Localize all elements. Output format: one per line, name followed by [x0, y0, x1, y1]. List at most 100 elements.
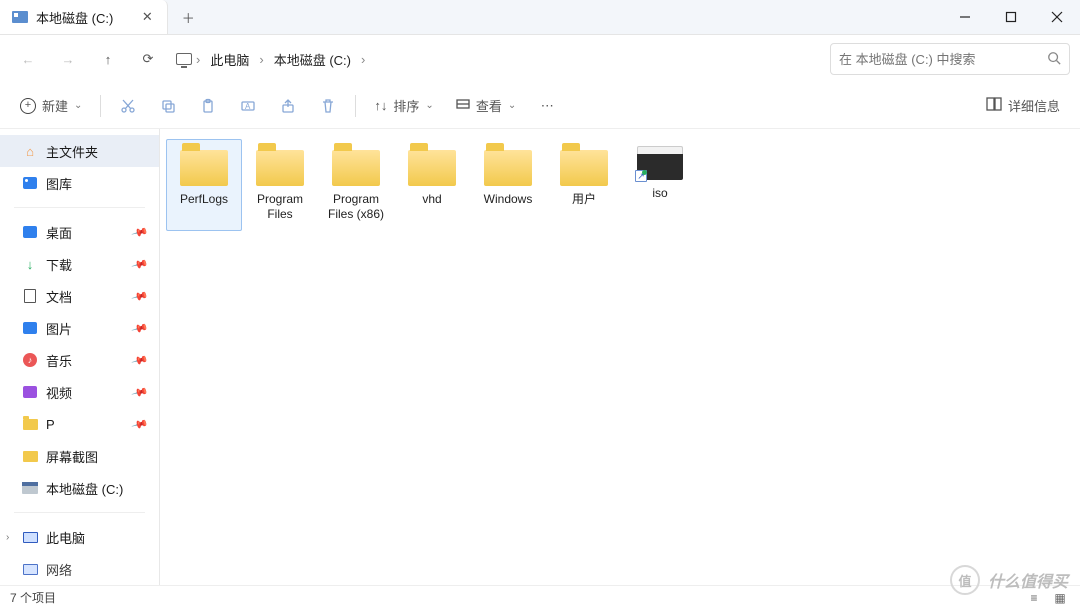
file-label: vhd — [422, 192, 441, 207]
file-label: PerfLogs — [180, 192, 228, 207]
sidebar-item-label: P — [46, 417, 55, 432]
pc-icon — [23, 532, 38, 543]
pin-icon: 📌 — [131, 319, 149, 337]
rename-button[interactable]: A — [231, 89, 265, 123]
crumb-this-pc[interactable]: 此电脑 — [204, 46, 255, 73]
back-button[interactable]: ← — [10, 41, 46, 77]
pin-icon: 📌 — [131, 383, 149, 401]
chevron-right-icon: › — [359, 52, 367, 67]
drive-shortcut-icon: ↗ — [637, 152, 683, 180]
sidebar-item-label: 桌面 — [46, 223, 72, 242]
sidebar-item-music[interactable]: ♪ 音乐 📌 — [0, 344, 159, 376]
sidebar-item-label: 视频 — [46, 383, 72, 402]
sidebar-item-home[interactable]: ⌂ 主文件夹 — [0, 135, 159, 167]
file-grid[interactable]: PerfLogs Program FilesProgram Files (x86)… — [160, 129, 1080, 585]
sidebar-item-label: 主文件夹 — [46, 142, 98, 161]
status-count: 7 个项目 — [10, 589, 56, 606]
gallery-icon — [23, 177, 37, 189]
crumb-drive[interactable]: 本地磁盘 (C:) — [268, 46, 357, 73]
home-icon: ⌂ — [22, 143, 38, 159]
svg-text:A: A — [245, 102, 251, 111]
up-button[interactable]: ↑ — [90, 41, 126, 77]
sidebar-item-p[interactable]: P 📌 — [0, 408, 159, 440]
close-window-button[interactable] — [1034, 0, 1080, 34]
folder-icon — [256, 150, 304, 186]
chevron-down-icon: ⌄ — [508, 100, 516, 111]
folder-icon — [23, 419, 38, 430]
file-item[interactable]: vhd — [394, 139, 470, 231]
sidebar-item-label: 下载 — [46, 255, 72, 274]
separator — [355, 95, 356, 117]
sidebar-item-label: 图库 — [46, 174, 72, 193]
sidebar-item-label: 音乐 — [46, 351, 72, 370]
sidebar-item-desktop[interactable]: 桌面 📌 — [0, 216, 159, 248]
window-tab[interactable]: 本地磁盘 (C:) ✕ — [0, 0, 168, 34]
minimize-button[interactable] — [942, 0, 988, 34]
search-box[interactable] — [830, 43, 1070, 75]
close-tab-icon[interactable]: ✕ — [139, 9, 155, 25]
new-tab-button[interactable]: ＋ — [168, 0, 208, 34]
videos-icon — [23, 386, 37, 398]
copy-button[interactable] — [151, 89, 185, 123]
sidebar-item-videos[interactable]: 视频 📌 — [0, 376, 159, 408]
delete-button[interactable] — [311, 89, 345, 123]
sidebar-item-label: 屏幕截图 — [46, 447, 98, 466]
sidebar-item-c-drive[interactable]: 本地磁盘 (C:) — [0, 472, 159, 504]
sidebar-item-pictures[interactable]: 图片 📌 — [0, 312, 159, 344]
details-icon — [986, 97, 1002, 114]
pictures-icon — [23, 322, 37, 334]
file-item[interactable]: Windows — [470, 139, 546, 231]
file-item[interactable]: Program Files (x86) — [318, 139, 394, 231]
share-button[interactable] — [271, 89, 305, 123]
sidebar-item-documents[interactable]: 文档 📌 — [0, 280, 159, 312]
paste-button[interactable] — [191, 89, 225, 123]
sidebar-item-gallery[interactable]: 图库 — [0, 167, 159, 199]
view-grid-button[interactable]: ▦ — [1050, 591, 1070, 605]
maximize-button[interactable] — [988, 0, 1034, 34]
file-label: 用户 — [572, 192, 596, 207]
more-button[interactable]: ⋯ — [530, 89, 564, 123]
new-button[interactable]: + 新建 ⌄ — [12, 89, 90, 123]
file-label: Windows — [484, 192, 533, 207]
sort-button[interactable]: ↑↓ 排序 ⌄ — [366, 89, 441, 123]
search-input[interactable] — [839, 52, 1047, 67]
view-button[interactable]: 查看 ⌄ — [448, 89, 524, 123]
breadcrumb[interactable]: › 此电脑 › 本地磁盘 (C:) › — [170, 43, 826, 75]
file-label: iso — [652, 186, 667, 201]
details-button[interactable]: 详细信息 — [978, 89, 1068, 123]
folder-icon — [180, 150, 228, 186]
sidebar-item-label: 文档 — [46, 287, 72, 306]
view-icon — [456, 97, 470, 114]
pin-icon: 📌 — [131, 287, 149, 305]
folder-icon — [23, 451, 38, 462]
folder-icon — [560, 150, 608, 186]
sidebar-item-network[interactable]: 网络 — [0, 553, 159, 585]
file-item[interactable]: ↗ iso — [622, 139, 698, 231]
cut-button[interactable] — [111, 89, 145, 123]
separator — [14, 207, 145, 208]
refresh-button[interactable]: ⟳ — [130, 41, 166, 77]
pin-icon: 📌 — [131, 223, 149, 241]
chevron-right-icon[interactable]: › — [6, 532, 9, 543]
sidebar-item-label: 此电脑 — [46, 528, 85, 547]
file-item[interactable]: 用户 — [546, 139, 622, 231]
pin-icon: 📌 — [131, 351, 149, 369]
pin-icon: 📌 — [131, 415, 149, 433]
sidebar-item-label: 本地磁盘 (C:) — [46, 479, 123, 498]
view-list-button[interactable]: ≡ — [1024, 591, 1044, 605]
sidebar-item-downloads[interactable]: ↓ 下载 📌 — [0, 248, 159, 280]
sidebar-item-label: 图片 — [46, 319, 72, 338]
chevron-down-icon: ⌄ — [74, 100, 82, 111]
download-icon: ↓ — [22, 256, 38, 272]
forward-button[interactable]: → — [50, 41, 86, 77]
new-label: 新建 — [42, 96, 68, 115]
file-item[interactable]: Program Files — [242, 139, 318, 231]
sidebar-item-screenshots[interactable]: 屏幕截图 — [0, 440, 159, 472]
this-pc-icon — [176, 53, 192, 65]
chevron-right-icon: › — [257, 52, 265, 67]
sidebar-item-this-pc[interactable]: › 此电脑 — [0, 521, 159, 553]
folder-icon — [484, 150, 532, 186]
document-icon — [24, 289, 36, 303]
sort-icon: ↑↓ — [374, 98, 387, 113]
file-item[interactable]: PerfLogs — [166, 139, 242, 231]
